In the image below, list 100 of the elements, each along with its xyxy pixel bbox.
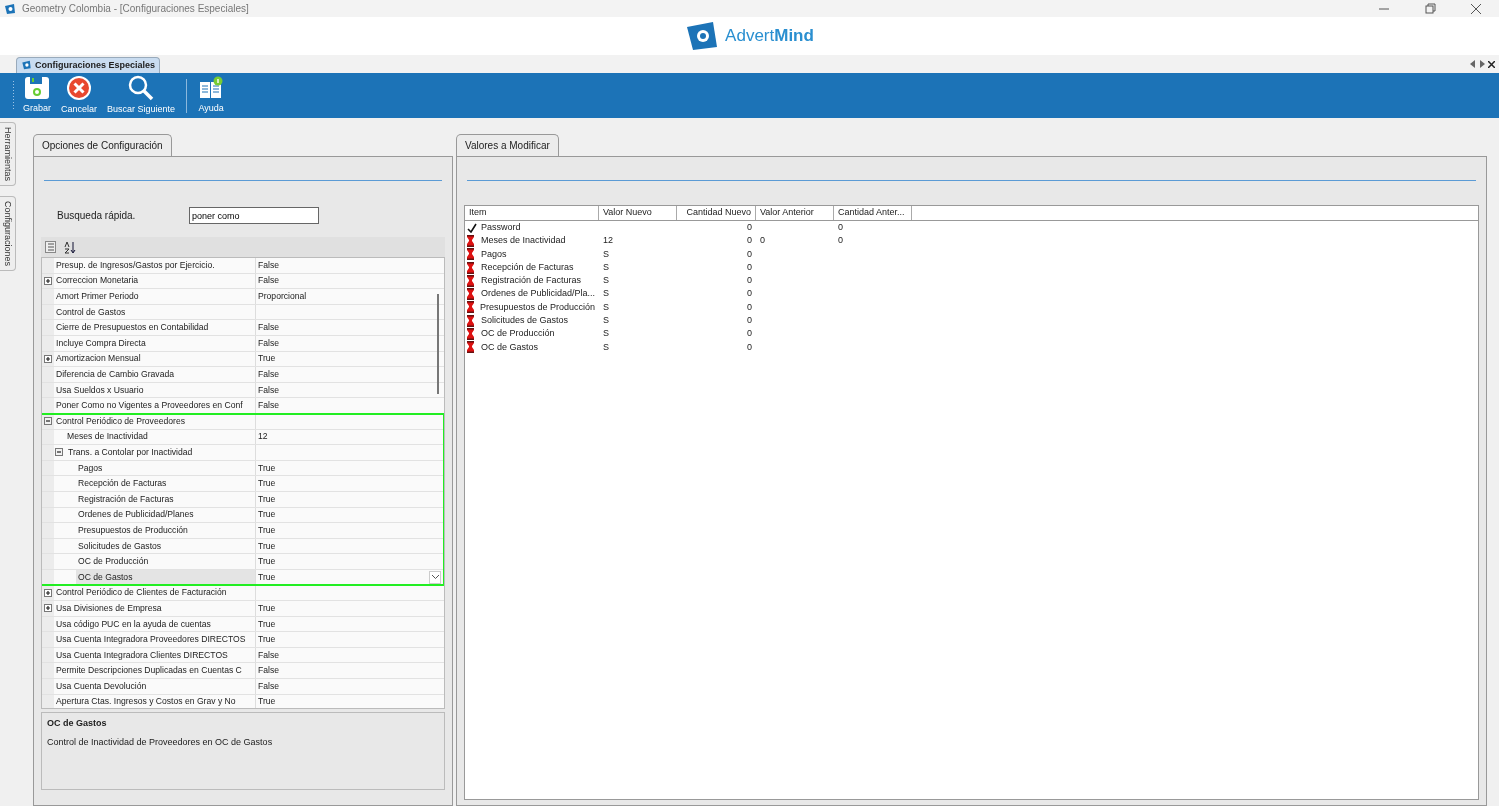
table-cell-text: Password	[481, 220, 521, 234]
table-cell-text: 0	[747, 300, 752, 314]
property-value: False	[258, 274, 279, 288]
scrollbar-thumb[interactable]	[437, 294, 439, 394]
property-name: Amortizacion Mensual	[55, 352, 142, 366]
column-header[interactable]: Valor Anterior	[756, 206, 834, 220]
property-value: False	[258, 679, 279, 693]
property-name: Recepción de Facturas	[77, 477, 168, 491]
alert-icon	[467, 288, 477, 301]
property-value: False	[258, 321, 279, 335]
grip-icon	[12, 80, 15, 111]
cancel-icon	[66, 74, 93, 101]
table-cell: 12	[603, 234, 613, 248]
toolbar-button[interactable]: Ayuda	[196, 75, 227, 116]
table-cell-text: 0	[747, 220, 752, 234]
property-name: Usa Cuenta Integradora Clientes DIRECTOS	[55, 648, 229, 662]
property-name: Usa Cuenta Devolución	[55, 679, 148, 693]
property-value: False	[258, 664, 279, 678]
property-value: True	[258, 477, 276, 491]
caret-icon	[431, 575, 439, 580]
alert-icon	[467, 248, 477, 261]
collapse-icon[interactable]	[44, 417, 52, 426]
property-name: Ordenes de Publicidad/Planes	[77, 508, 195, 522]
property-value: False	[258, 258, 279, 272]
property-value: True	[258, 523, 276, 537]
column-header[interactable]: Valor Nuevo	[599, 206, 677, 220]
property-name: Diferencia de Cambio Gravada	[55, 368, 175, 381]
alert-icon	[467, 234, 477, 247]
property-value: False	[258, 368, 279, 381]
property-value: True	[258, 492, 276, 506]
property-value: 12	[258, 430, 268, 444]
help-text: Control de Inactividad de Proveedores en OC de Gastos	[47, 735, 274, 749]
sort-icon[interactable]	[64, 240, 77, 254]
property-value: True	[258, 617, 276, 631]
dropdown-button[interactable]	[429, 570, 441, 584]
table-cell-text: 0	[747, 340, 752, 354]
property-name: Amort Primer Periodo	[55, 290, 140, 304]
property-value: True	[258, 352, 276, 366]
property-name: Usa Sueldos x Usuario	[55, 383, 145, 397]
table-cell: S	[603, 327, 609, 341]
property-name: Presup. de Ingresos/Gastos por Ejercicio.	[55, 258, 216, 272]
expand-icon[interactable]	[44, 276, 52, 285]
property-name: OC de Producción	[77, 555, 150, 569]
table-cell-text: S	[603, 260, 609, 274]
property-value: True	[258, 601, 276, 615]
table-cell-text: S	[603, 340, 609, 354]
close-icon[interactable]	[1488, 60, 1495, 68]
table-cell-text: Solicitudes de Gastos	[481, 314, 569, 327]
toolbar-button[interactable]: Grabar	[21, 75, 53, 116]
document-tab[interactable]: Configuraciones Especiales	[16, 56, 161, 73]
side-tab[interactable]: Configuraciones	[0, 196, 16, 272]
help-title: OC de Gastos	[47, 717, 108, 730]
property-name: Usa código PUC en la ayuda de cuentas	[55, 617, 212, 631]
alert-icon	[467, 328, 477, 340]
expand-icon[interactable]	[44, 354, 52, 363]
property-name: Presupuestos de Producción	[77, 523, 189, 537]
property-value: True	[258, 633, 276, 646]
property-value: True	[258, 539, 276, 553]
scroll-right-icon[interactable]	[1479, 60, 1485, 68]
panel-tab[interactable]: Valores a Modificar	[456, 134, 559, 156]
scroll-left-icon[interactable]	[1470, 60, 1476, 68]
property-name: Poner Como no Vigentes a Proveedores en Conf	[55, 399, 244, 413]
toolbar-button[interactable]: Buscar Siguiente	[105, 74, 178, 117]
column-header[interactable]: Item	[465, 206, 599, 220]
app-logo-icon	[21, 60, 32, 71]
table-cell: Meses de Inactividad	[481, 234, 566, 248]
table-cell: 0	[747, 287, 752, 301]
property-value: True	[258, 695, 276, 708]
table-cell-text: 0	[838, 220, 843, 234]
table-cell: 0	[747, 234, 752, 248]
property-name: Incluye Compra Directa	[55, 336, 147, 350]
collapse-icon[interactable]	[55, 448, 63, 457]
categorized-icon[interactable]	[45, 241, 56, 253]
column-header[interactable]: Cantidad Anter...	[834, 206, 912, 220]
property-value: False	[258, 648, 279, 662]
table-cell: Registración de Facturas	[481, 274, 582, 288]
table-cell-text: Recepción de Facturas	[481, 260, 574, 274]
property-name: Cierre de Presupuestos en Contabilidad	[55, 321, 210, 335]
alert-icon	[467, 314, 477, 327]
table-cell-text: Presupuestos de Producción	[479, 300, 595, 314]
table-cell-text: 0	[747, 314, 752, 327]
property-name: Correccion Monetaria	[55, 274, 140, 288]
table-cell: 0	[838, 234, 843, 248]
panel-tab[interactable]: Opciones de Configuración	[33, 134, 172, 156]
property-name: Meses de Inactividad	[66, 430, 149, 444]
expand-icon[interactable]	[44, 588, 52, 597]
search-label: Busqueda rápida.	[57, 209, 137, 223]
property-name: Control Periódico de Clientes de Facturación	[55, 586, 228, 600]
toolbar-button[interactable]: Cancelar	[59, 74, 100, 117]
alert-icon	[467, 274, 477, 287]
side-tab[interactable]: Herramientas	[0, 122, 16, 187]
table-cell: S	[603, 247, 609, 261]
property-name: Registración de Facturas	[77, 492, 175, 506]
expand-icon[interactable]	[44, 604, 52, 613]
table-cell-text: 0	[747, 260, 752, 274]
property-value: False	[258, 399, 279, 413]
search-field[interactable]: poner como	[189, 207, 319, 224]
property-name: Trans. a Contolar por Inactividad	[67, 445, 194, 459]
property-value: True	[258, 508, 276, 522]
column-header[interactable]: Cantidad Nuevo	[677, 206, 756, 220]
